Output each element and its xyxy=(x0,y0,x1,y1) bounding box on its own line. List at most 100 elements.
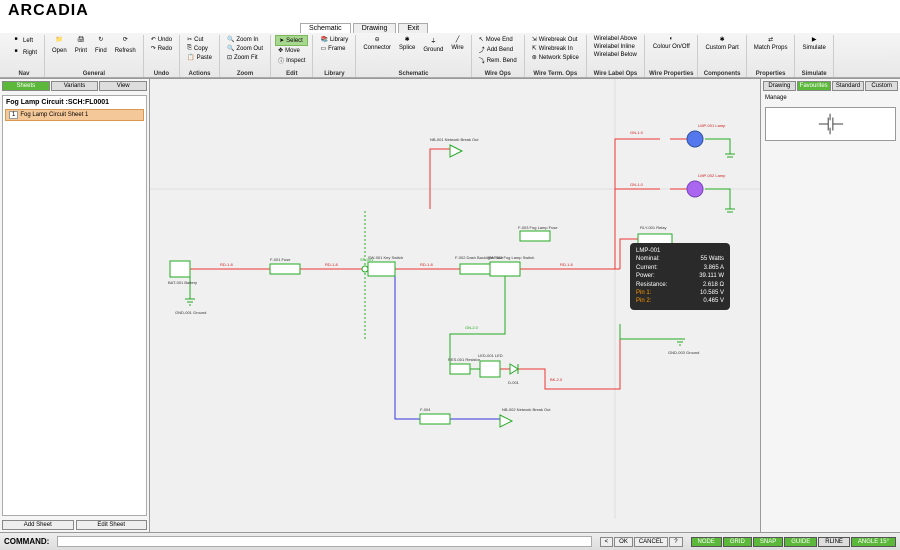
matchprops-icon: ⇄ xyxy=(768,36,773,43)
add-sheet-button[interactable]: Add Sheet xyxy=(2,520,74,530)
ribbon-properties-label: Properties xyxy=(756,71,786,77)
open-button[interactable]: 📁Open xyxy=(49,35,70,55)
frame-button[interactable]: ▭Frame xyxy=(317,44,351,53)
select-button[interactable]: ➤Select xyxy=(275,35,308,46)
ribbon-nav-label: Nav xyxy=(19,71,30,77)
circuit-title: Fog Lamp Circuit :SCH:FL0001 xyxy=(5,98,144,107)
custompart-button[interactable]: ✱Custom Part xyxy=(702,35,741,52)
cmd-prev-button[interactable]: < xyxy=(600,537,614,547)
wbout-icon: ⇲ xyxy=(532,36,537,43)
moveend-button[interactable]: ↖Move End xyxy=(476,35,520,44)
cursor-icon: ➤ xyxy=(279,37,284,44)
undo-button[interactable]: ↶Undo xyxy=(148,35,175,44)
refresh-icon: ⟳ xyxy=(120,36,130,46)
library-icon: 📚 xyxy=(320,36,327,43)
toggle-rline[interactable]: RLINE xyxy=(818,537,850,547)
nav-left-button[interactable]: Left xyxy=(8,35,40,47)
ribbon-simulate-label: Simulate xyxy=(802,71,827,77)
wlbelow-button[interactable]: Wirelabel Below xyxy=(591,51,640,59)
right-tab-favourites[interactable]: Favourites xyxy=(797,81,831,91)
schematic-canvas[interactable]: BAT-001 Battery GND-001 Ground F-001 Fus… xyxy=(150,79,760,532)
wlabove-button[interactable]: Wirelabel Above xyxy=(591,35,640,43)
toggle-grid[interactable]: GRID xyxy=(723,537,752,547)
cmd-ok-button[interactable]: OK xyxy=(614,537,633,547)
library-button[interactable]: 📚Library xyxy=(317,35,351,44)
right-tab-standard[interactable]: Standard xyxy=(832,81,865,91)
edit-sheet-button[interactable]: Edit Sheet xyxy=(76,520,148,530)
ribbon-labelops: Wirelabel Above Wirelabel Inline Wirelab… xyxy=(587,35,645,77)
right-tab-custom[interactable]: Custom xyxy=(865,81,898,91)
toggle-guide[interactable]: GUIDE xyxy=(784,537,817,547)
splice-button[interactable]: ✱Splice xyxy=(396,35,418,54)
matchprops-button[interactable]: ⇄Match Props xyxy=(751,35,791,52)
netsplice-button[interactable]: ⊛Network Splice xyxy=(529,53,582,62)
component-tooltip: LMP-001 Nominal:55 Watts Current:3.865 A… xyxy=(630,243,730,310)
ribbon-library: 📚Library ▭Frame Library xyxy=(313,35,356,77)
redo-icon: ↷ xyxy=(151,45,156,52)
rembend-button[interactable]: ⤵Rem. Bend xyxy=(476,55,520,66)
netsplice-icon: ⊛ xyxy=(532,54,537,61)
paste-button[interactable]: 📋Paste xyxy=(184,53,215,62)
connector-button[interactable]: ⊖Connector xyxy=(360,35,394,54)
tab-drawing[interactable]: Drawing xyxy=(353,23,397,33)
redo-button[interactable]: ↷Redo xyxy=(148,44,175,53)
zoomin-icon: 🔍 xyxy=(227,36,234,43)
find-button[interactable]: ↻Find xyxy=(92,35,110,55)
refresh-button[interactable]: ⟳Refresh xyxy=(112,35,139,55)
print-icon: 🖨 xyxy=(76,36,86,46)
left-tab-view[interactable]: View xyxy=(99,81,147,91)
wbin-button[interactable]: ⇱Wirebreak In xyxy=(529,44,582,53)
left-tab-sheets[interactable]: Sheets xyxy=(2,81,50,91)
svg-text:RES-001 Resistor: RES-001 Resistor xyxy=(448,357,481,362)
ribbon-general-label: General xyxy=(83,71,105,77)
footer: COMMAND: < OK CANCEL ? NODE GRID SNAP GU… xyxy=(0,532,900,550)
move-button[interactable]: ✥Move xyxy=(275,46,308,55)
sheet-item[interactable]: 1 Fog Lamp Circuit Sheet 1 xyxy=(5,109,144,121)
ribbon-actions: ✂Cut ⎘Copy 📋Paste Actions xyxy=(180,35,220,77)
wlinline-button[interactable]: Wirelabel Inline xyxy=(591,43,640,51)
right-tab-drawing[interactable]: Drawing xyxy=(763,81,796,91)
svg-text:LMP-002 Lamp: LMP-002 Lamp xyxy=(698,173,726,178)
ribbon-nav: Left Right Nav xyxy=(4,35,45,77)
inspect-button[interactable]: ⓘInspect xyxy=(275,55,308,66)
toggle-node[interactable]: NODE xyxy=(691,537,722,547)
cmd-help-button[interactable]: ? xyxy=(669,537,682,547)
wire-button[interactable]: ╱Wire xyxy=(448,35,466,54)
left-tab-variants[interactable]: Variants xyxy=(51,81,99,91)
ribbon-labelops-label: Wire Label Ops xyxy=(594,71,638,77)
copy-button[interactable]: ⎘Copy xyxy=(184,44,215,53)
toggle-angle[interactable]: ANGLE 15° xyxy=(851,537,896,547)
svg-text:GN-1.0: GN-1.0 xyxy=(630,130,644,135)
right-panel: Drawing Favourites Standard Custom Manag… xyxy=(760,79,900,532)
simulate-button[interactable]: ▶Simulate xyxy=(799,35,828,52)
nav-right-button[interactable]: Right xyxy=(8,47,40,59)
zoomfit-button[interactable]: ⊡Zoom Fit xyxy=(224,53,266,62)
find-icon: ↻ xyxy=(96,36,106,46)
svg-text:LMP-001 Lamp: LMP-001 Lamp xyxy=(698,123,726,128)
coloronoff-button[interactable]: ◐Colour On/Off xyxy=(650,35,693,51)
toggle-snap[interactable]: SNAP xyxy=(753,537,783,547)
addbend-button[interactable]: ⤴Add Bend xyxy=(476,44,520,55)
simulate-icon: ▶ xyxy=(812,36,817,43)
capacitor-icon xyxy=(817,111,845,137)
tab-exit[interactable]: Exit xyxy=(398,23,428,33)
command-input[interactable] xyxy=(57,536,591,547)
svg-text:F-003 Fog Lamp Fuse: F-003 Fog Lamp Fuse xyxy=(518,225,558,230)
cut-button[interactable]: ✂Cut xyxy=(184,35,215,44)
tab-schematic[interactable]: Schematic xyxy=(300,23,351,33)
cut-icon: ✂ xyxy=(187,36,192,43)
wbout-button[interactable]: ⇲Wirebreak Out xyxy=(529,35,582,44)
favourite-symbol[interactable] xyxy=(765,107,896,141)
print-button[interactable]: 🖨Print xyxy=(72,35,90,55)
ribbon-simulate: ▶Simulate Simulate xyxy=(795,35,833,77)
zoomout-button[interactable]: 🔍Zoom Out xyxy=(224,44,266,53)
ribbon-library-label: Library xyxy=(324,71,344,77)
ribbon-zoom: 🔍Zoom In 🔍Zoom Out ⊡Zoom Fit Zoom xyxy=(220,35,271,77)
ground-button[interactable]: ⏚Ground xyxy=(420,35,446,54)
ribbon: Left Right Nav 📁Open 🖨Print ↻Find ⟳Refre… xyxy=(0,32,900,78)
color-icon: ◐ xyxy=(669,36,673,42)
cmd-cancel-button[interactable]: CANCEL xyxy=(634,537,668,547)
zoomin-button[interactable]: 🔍Zoom In xyxy=(224,35,266,44)
svg-text:NB-002 Network Break Out: NB-002 Network Break Out xyxy=(502,407,551,412)
svg-text:GN-2.0: GN-2.0 xyxy=(465,325,479,330)
